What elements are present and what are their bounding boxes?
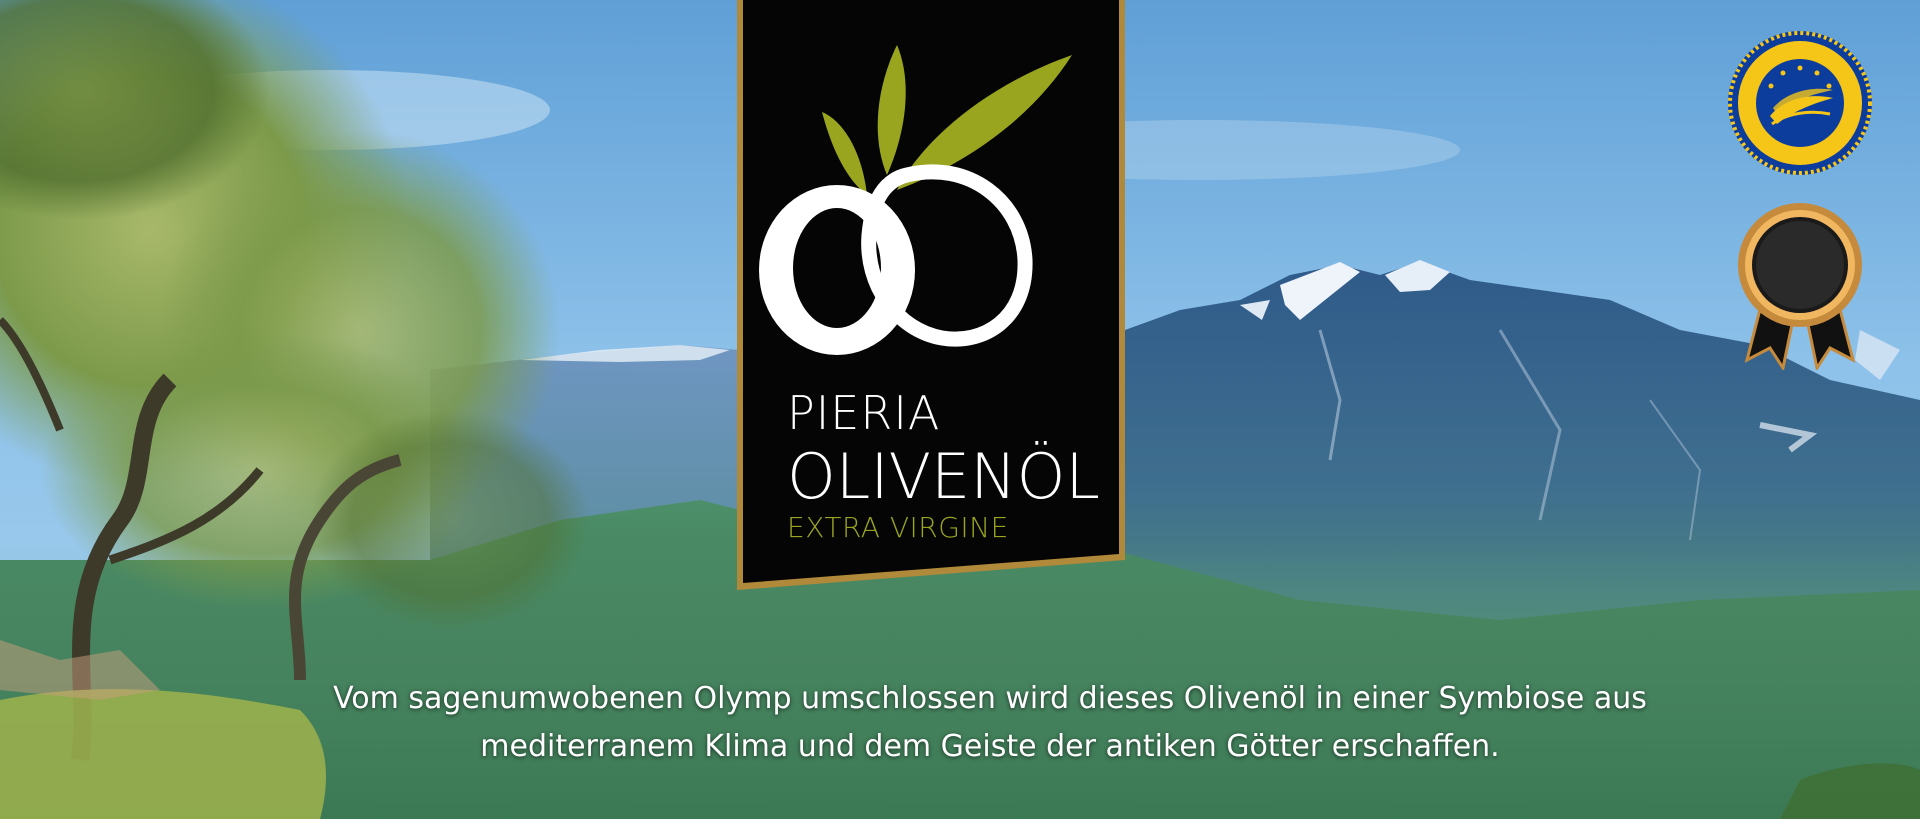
brand-label: PIERIA OLIVENÖL EXTRA VIRGINE bbox=[737, 0, 1125, 590]
pgi-seal-icon bbox=[1728, 31, 1872, 175]
tagline-line2: mediterranem Klima und dem Geiste der an… bbox=[480, 729, 1500, 764]
tagline-line1: Vom sagenumwobenen Olymp umschlossen wir… bbox=[333, 681, 1647, 716]
tagline: Vom sagenumwobenen Olymp umschlossen wir… bbox=[160, 675, 1820, 771]
brand-name-line2: OLIVENÖL bbox=[787, 440, 1100, 513]
brand-name-line1: PIERIA bbox=[787, 386, 941, 440]
award-rosette-icon bbox=[1738, 203, 1862, 370]
brand-subtitle: EXTRA VIRGINE bbox=[787, 511, 1009, 544]
hero-banner: PIERIA OLIVENÖL EXTRA VIRGINE Vom sagenu… bbox=[0, 0, 1920, 819]
